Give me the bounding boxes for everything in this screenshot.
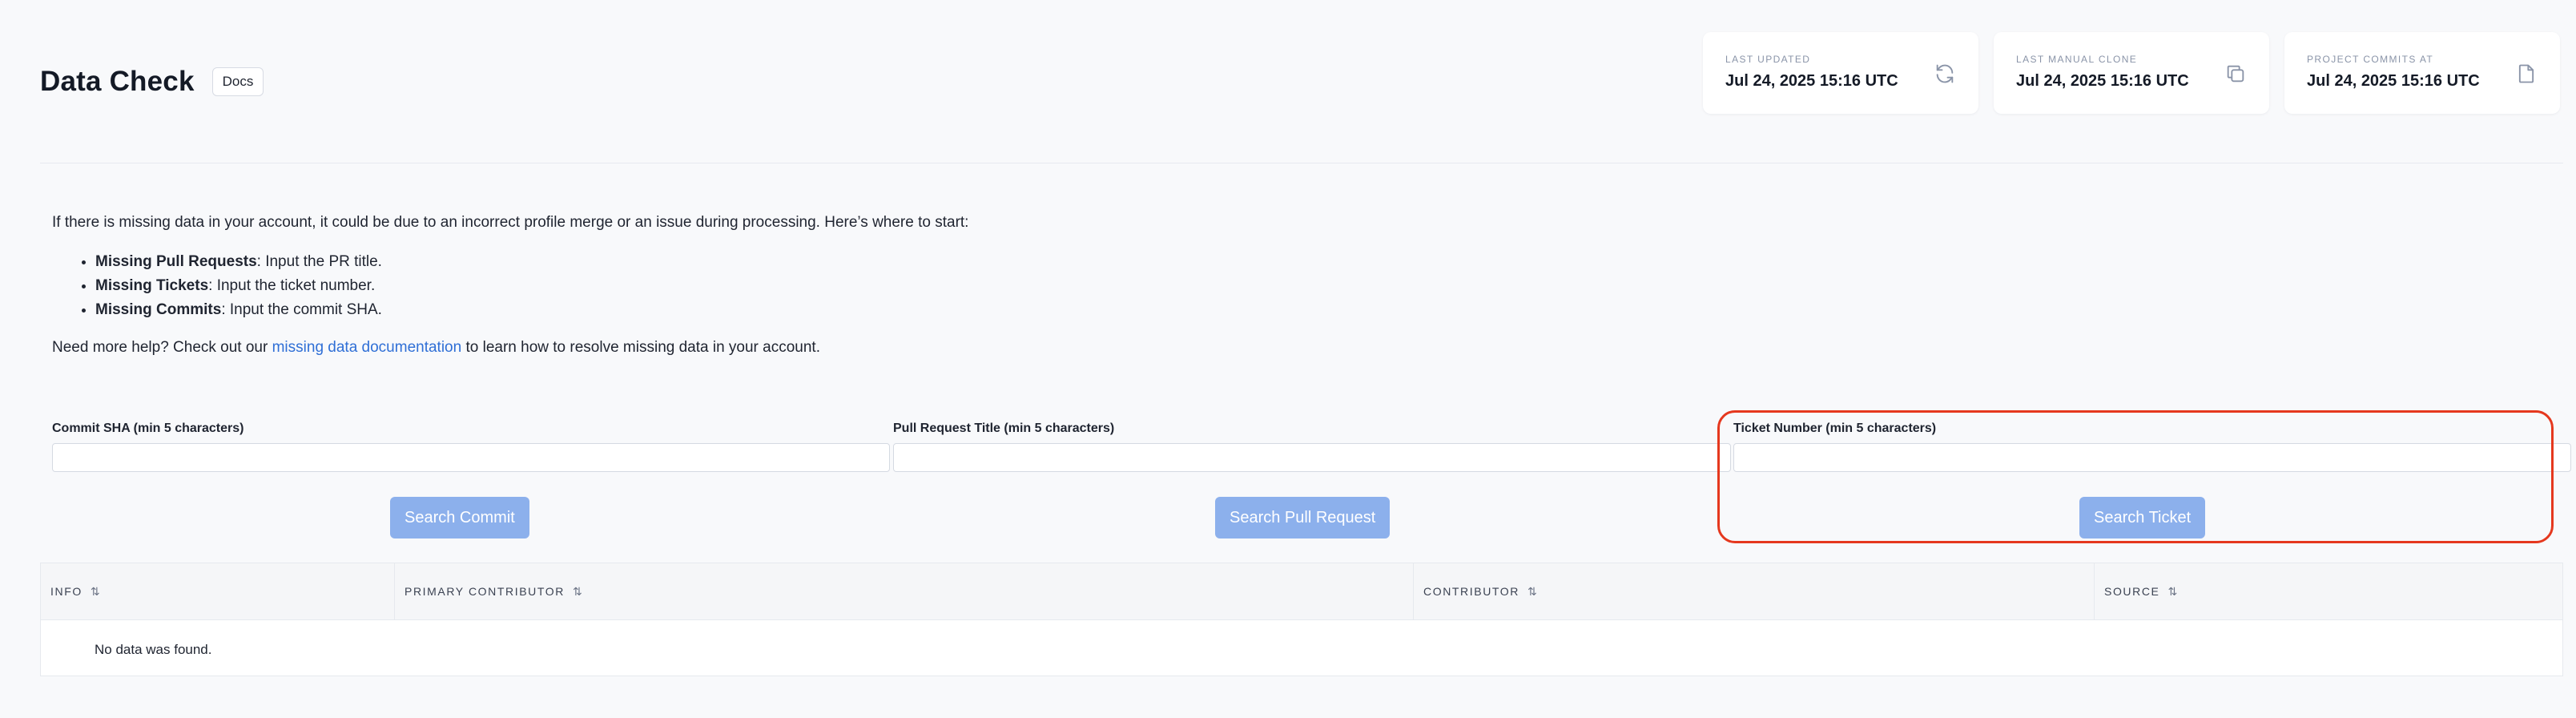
column-header-label: INFO bbox=[50, 585, 83, 598]
search-pull-request-button[interactable]: Search Pull Request bbox=[1215, 497, 1391, 538]
help-text-after: to learn how to resolve missing data in … bbox=[461, 339, 820, 356]
commit-sha-input[interactable] bbox=[52, 443, 890, 472]
stat-card-last-updated: LAST UPDATED Jul 24, 2025 15:16 UTC bbox=[1703, 32, 1978, 114]
list-item-text: : Input the ticket number. bbox=[208, 277, 376, 294]
title-row: Data Check Docs bbox=[40, 66, 264, 98]
list-item-text: : Input the PR title. bbox=[256, 253, 382, 270]
pull-request-search: Pull Request Title (min 5 characters) Se… bbox=[893, 422, 1734, 538]
column-header-label: CONTRIBUTOR bbox=[1423, 585, 1520, 598]
results-table: INFO ⇅ PRIMARY CONTRIBUTOR ⇅ CONTRIBUTOR ⇅ … bbox=[40, 563, 2563, 676]
list-item: Missing Commits: Input the commit SHA. bbox=[95, 298, 1974, 322]
list-item: Missing Tickets: Input the ticket number… bbox=[95, 274, 1974, 298]
intro-lead: If there is missing data in your account… bbox=[52, 214, 969, 231]
sort-icon[interactable]: ⇅ bbox=[2168, 585, 2178, 599]
commit-search: Commit SHA (min 5 characters) Search Com… bbox=[52, 422, 893, 538]
refresh-icon[interactable] bbox=[1934, 63, 1956, 85]
pull-request-title-label: Pull Request Title (min 5 characters) bbox=[893, 422, 1115, 435]
document-icon bbox=[2518, 64, 2534, 83]
docs-button[interactable]: Docs bbox=[211, 67, 264, 96]
stat-label: PROJECT COMMITS AT bbox=[2307, 54, 2434, 65]
ticket-search-highlight bbox=[1717, 410, 2554, 543]
stat-card-project-commits: PROJECT COMMITS AT Jul 24, 2025 15:16 UT… bbox=[2284, 32, 2560, 114]
sort-icon[interactable]: ⇅ bbox=[1527, 585, 1537, 599]
help-text-before: Need more help? Check out our bbox=[52, 339, 272, 356]
page-header: Data Check Docs LAST UPDATED Jul 24, 202… bbox=[0, 0, 2576, 160]
stat-card-last-manual-clone: LAST MANUAL CLONE Jul 24, 2025 15:16 UTC bbox=[1994, 32, 2269, 114]
table-header: INFO ⇅ PRIMARY CONTRIBUTOR ⇅ CONTRIBUTOR ⇅ … bbox=[41, 563, 2562, 620]
column-header-contributor[interactable]: CONTRIBUTOR ⇅ bbox=[1414, 563, 2095, 619]
stat-value: Jul 24, 2025 15:16 UTC bbox=[2307, 72, 2480, 90]
column-header-label: PRIMARY CONTRIBUTOR bbox=[405, 585, 565, 598]
stat-value: Jul 24, 2025 15:16 UTC bbox=[1725, 72, 1898, 90]
help-text: Need more help? Check out our missing da… bbox=[52, 337, 1974, 359]
stat-label: LAST MANUAL CLONE bbox=[2016, 54, 2138, 65]
list-item: Missing Pull Requests: Input the PR titl… bbox=[95, 250, 1974, 274]
column-header-label: SOURCE bbox=[2104, 585, 2160, 598]
stat-value: Jul 24, 2025 15:16 UTC bbox=[2016, 72, 2189, 90]
sort-icon[interactable]: ⇅ bbox=[91, 585, 100, 599]
pull-request-title-input[interactable] bbox=[893, 443, 1731, 472]
stat-label: LAST UPDATED bbox=[1725, 54, 1811, 65]
column-header-info[interactable]: INFO ⇅ bbox=[41, 563, 395, 619]
column-header-primary-contributor[interactable]: PRIMARY CONTRIBUTOR ⇅ bbox=[395, 563, 1414, 619]
commit-sha-label: Commit SHA (min 5 characters) bbox=[52, 422, 244, 435]
page-title: Data Check bbox=[40, 66, 195, 97]
missing-data-list: Missing Pull Requests: Input the PR titl… bbox=[52, 250, 1974, 322]
column-header-source[interactable]: SOURCE ⇅ bbox=[2095, 563, 2562, 619]
list-item-title: Missing Commits bbox=[95, 301, 222, 318]
sort-icon[interactable]: ⇅ bbox=[573, 585, 582, 599]
list-item-text: : Input the commit SHA. bbox=[221, 301, 382, 318]
missing-data-docs-link[interactable]: missing data documentation bbox=[272, 339, 462, 356]
list-item-title: Missing Pull Requests bbox=[95, 253, 257, 270]
empty-state-message: No data was found. bbox=[95, 642, 212, 657]
search-commit-button[interactable]: Search Commit bbox=[390, 497, 529, 538]
copy-icon[interactable] bbox=[2224, 63, 2247, 85]
intro-section: If there is missing data in your account… bbox=[52, 212, 1974, 359]
list-item-title: Missing Tickets bbox=[95, 277, 209, 294]
